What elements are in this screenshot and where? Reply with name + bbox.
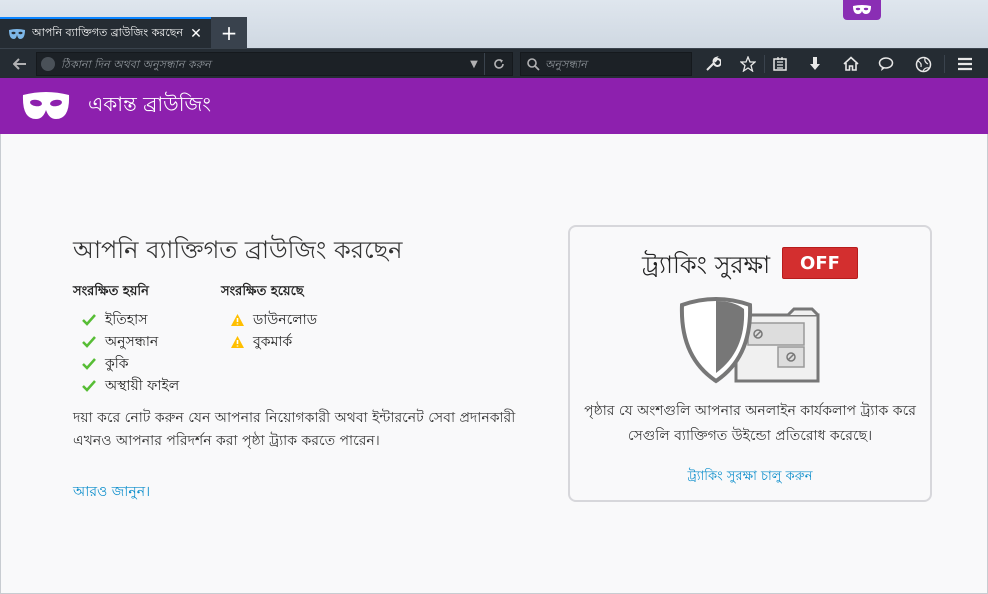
back-arrow-icon <box>13 58 26 70</box>
chat-button[interactable] <box>872 52 900 76</box>
enable-tracking-protection-link[interactable]: ট্র্যাকিং সুরক্ষা চালু করুন <box>570 467 930 488</box>
open-menu-button[interactable] <box>951 52 979 76</box>
home-button[interactable] <box>837 52 865 76</box>
private-browsing-header: একান্ত ব্রাউজিং <box>0 78 988 134</box>
wrench-icon <box>706 56 721 71</box>
url-bar[interactable]: ▼ <box>36 52 513 76</box>
bookmarks-list-icon <box>773 57 787 71</box>
check-icon <box>81 358 97 370</box>
list-item-label: কুকি <box>105 356 129 372</box>
tracking-protection-description: পৃষ্ঠার যে অংশগুলি আপনার অনলাইন কার্যকলা… <box>570 399 930 449</box>
search-bar[interactable] <box>520 52 692 76</box>
toolbar-separator <box>764 55 765 73</box>
check-icon <box>81 336 97 348</box>
sync-button[interactable] <box>909 52 937 76</box>
hamburger-menu-icon <box>958 57 972 71</box>
warning-icon <box>229 313 245 327</box>
reload-icon <box>493 59 504 69</box>
list-item-label: বুকমার্ক <box>253 334 293 350</box>
note-line: এখনও আপনার পরিদর্শন করা পৃষ্ঠা ট্র্যাক ক… <box>73 433 380 449</box>
main-heading: আপনি ব্যাক্তিগত ব্রাউজিং করছেন <box>73 236 403 264</box>
tracking-protection-panel: ট্র্যাকিং সুরক্ষা OFF পৃষ্ঠার যে অংশগুলি… <box>568 225 932 502</box>
list-item-label: ডাউনলোড <box>253 312 318 328</box>
mask-icon <box>853 5 871 14</box>
tab-close-icon[interactable]: ✕ <box>188 26 204 42</box>
page-title: একান্ত ব্রাউজিং <box>88 91 211 116</box>
search-input[interactable] <box>545 57 691 71</box>
tracking-protection-toggle[interactable]: OFF <box>782 247 858 279</box>
warning-icon <box>229 335 245 349</box>
chat-bubble-icon <box>878 57 894 71</box>
download-icon <box>810 57 820 70</box>
bookmarks-menu-button[interactable] <box>766 52 794 76</box>
url-input[interactable] <box>61 57 464 71</box>
private-browsing-indicator <box>843 0 881 20</box>
learn-more-link[interactable]: আরও জানুন। <box>73 480 150 504</box>
private-tab-icon <box>8 26 26 42</box>
navigation-toolbar: ▼ <box>0 48 988 78</box>
list-item-label: ইতিহাস <box>105 312 148 328</box>
search-icon <box>527 57 540 71</box>
private-mask-icon <box>22 92 70 119</box>
tracking-protection-illustration <box>679 297 820 384</box>
not-saved-item-cookies: কুকি <box>81 352 129 376</box>
saved-item-downloads: ডাউনলোড <box>229 308 317 332</box>
developer-tools-button[interactable] <box>699 52 727 76</box>
new-tab-button[interactable]: + <box>211 17 247 48</box>
private-browsing-content: আপনি ব্যাক্তিগত ব্রাউজিং করছেন সংরক্ষিত … <box>0 134 988 594</box>
check-icon <box>81 314 97 326</box>
reload-button[interactable] <box>484 53 512 75</box>
downloads-button[interactable] <box>801 52 829 76</box>
tracking-protection-title: ট্র্যাকিং সুরক্ষা <box>642 251 771 279</box>
list-item-label: অস্থায়ী ফাইল <box>105 378 180 394</box>
home-icon <box>843 56 859 71</box>
list-item-label: অনুসন্ধান <box>105 334 159 350</box>
saved-heading: সংরক্ষিত হয়েছে <box>221 284 304 299</box>
bookmark-star-button[interactable] <box>734 52 762 76</box>
desc-line: সেগুলি ব্যাক্তিগত উইন্ডো প্রতিরোধ করেছে। <box>627 428 873 444</box>
globe-icon <box>915 56 931 72</box>
back-button[interactable] <box>8 53 32 75</box>
toolbar-separator <box>944 55 945 73</box>
check-icon <box>81 380 97 392</box>
site-identity-icon[interactable] <box>41 57 55 71</box>
tracking-note: দয়া করে নোট করুন যেন আপনার নিয়োগকারী অ… <box>73 407 543 453</box>
not-saved-heading: সংরক্ষিত হয়নি <box>73 284 149 299</box>
desc-line: পৃষ্ঠার যে অংশগুলি আপনার অনলাইন কার্যকলা… <box>584 403 916 419</box>
tab-private-browsing[interactable]: আপনি ব্যাক্তিগত ব্রাউজিং করছেন ✕ <box>0 17 211 48</box>
star-icon <box>740 56 756 72</box>
title-bar: আপনি ব্যাক্তিগত ব্রাউজিং করছেন ✕ + <box>0 0 988 48</box>
not-saved-item-history: ইতিহাস <box>81 308 147 332</box>
saved-item-bookmarks: বুকমার্ক <box>229 330 292 354</box>
tab-title: আপনি ব্যাক্তিগত ব্রাউজিং করছেন <box>32 26 184 39</box>
not-saved-item-temp-files: অস্থায়ী ফাইল <box>81 374 179 398</box>
note-line: দয়া করে নোট করুন যেন আপনার নিয়োগকারী অ… <box>73 410 516 426</box>
not-saved-item-search: অনুসন্ধান <box>81 330 158 354</box>
url-history-dropdown-icon[interactable]: ▼ <box>464 59 484 70</box>
